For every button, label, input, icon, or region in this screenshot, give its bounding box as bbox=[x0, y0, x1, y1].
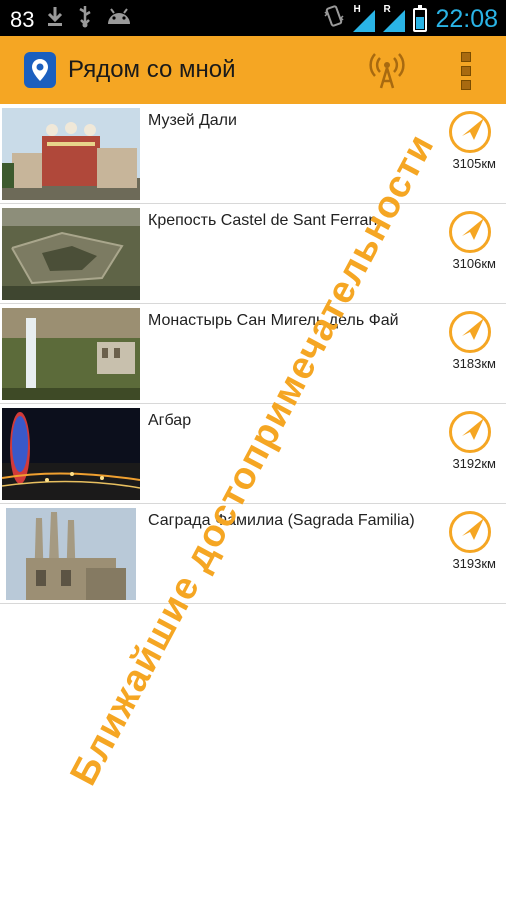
page-title: Рядом со мной bbox=[68, 56, 236, 83]
download-icon bbox=[46, 5, 64, 34]
place-photo-agbar-tower bbox=[2, 408, 140, 500]
place-title: Крепость Castel de Sant Ferran bbox=[148, 212, 378, 229]
list-item[interactable]: Саграда Фамилиа (Sagrada Familia) 3193км bbox=[0, 504, 506, 604]
distance-label: 3106км bbox=[452, 256, 496, 271]
android-debug-icon bbox=[106, 6, 132, 33]
places-list: Музей Дали 3105км Крепость Castel de San… bbox=[0, 104, 506, 604]
place-photo-sant-miquel-del-fai bbox=[2, 308, 140, 400]
list-item[interactable]: Агбар 3192км bbox=[0, 404, 506, 504]
compass-direction-icon[interactable] bbox=[448, 410, 492, 454]
action-bar: Рядом со мной bbox=[0, 36, 506, 104]
place-title: Монастырь Сан Мигель дель Фай bbox=[148, 312, 399, 329]
compass-direction-icon[interactable] bbox=[448, 110, 492, 154]
battery-icon bbox=[413, 4, 428, 32]
roaming-signal-icon: R bbox=[383, 4, 406, 32]
usb-icon bbox=[76, 4, 94, 35]
vibrate-icon bbox=[323, 4, 345, 35]
clock: 22:08 bbox=[435, 5, 498, 33]
place-photo-castel-sant-ferran bbox=[2, 208, 140, 300]
list-item[interactable]: Крепость Castel de Sant Ferran 3106км bbox=[0, 204, 506, 304]
place-photo-dali-museum bbox=[2, 108, 140, 200]
compass-direction-icon[interactable] bbox=[448, 210, 492, 254]
status-left: 83 bbox=[10, 4, 132, 35]
list-item[interactable]: Монастырь Сан Мигель дель Фай 3183км bbox=[0, 304, 506, 404]
distance-label: 3193км bbox=[452, 556, 496, 571]
place-title: Саграда Фамилиа (Sagrada Familia) bbox=[148, 512, 415, 529]
compass-direction-icon[interactable] bbox=[448, 310, 492, 354]
status-right: H R 22:08 bbox=[323, 4, 498, 35]
menu-dot-icon bbox=[461, 80, 471, 90]
antenna-broadcast-icon[interactable] bbox=[366, 48, 408, 90]
list-item[interactable]: Музей Дали 3105км bbox=[0, 104, 506, 204]
distance-label: 3105км bbox=[452, 156, 496, 171]
location-pin-icon[interactable] bbox=[24, 52, 56, 88]
place-title: Музей Дали bbox=[148, 112, 237, 129]
menu-dot-icon bbox=[461, 66, 471, 76]
distance-label: 3183км bbox=[452, 356, 496, 371]
signal-strength-icon: H bbox=[353, 4, 376, 32]
status-bar: 83 H R 22:08 bbox=[0, 0, 506, 36]
overflow-menu-button[interactable] bbox=[456, 52, 476, 90]
place-photo-sagrada-familia bbox=[6, 508, 136, 600]
menu-dot-icon bbox=[461, 52, 471, 62]
place-title: Агбар bbox=[148, 412, 192, 429]
notification-count: 83 bbox=[10, 6, 35, 32]
compass-direction-icon[interactable] bbox=[448, 510, 492, 554]
distance-label: 3192км bbox=[452, 456, 496, 471]
